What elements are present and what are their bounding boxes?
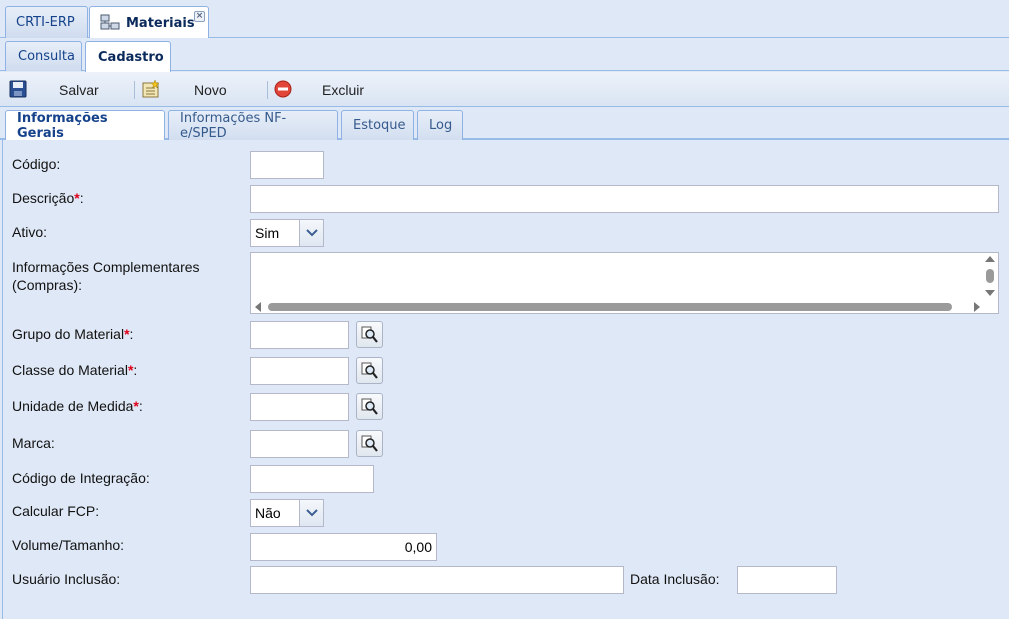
save-button[interactable]: Salvar [6, 72, 116, 107]
scroll-right-icon[interactable] [974, 302, 980, 312]
descricao-label-text: Descrição [12, 190, 75, 206]
colon: : [79, 190, 84, 206]
unidade-medida-label: Unidade de Medida*: [12, 398, 143, 414]
info-complementares-label: Informações Complementares (Compras): [12, 258, 200, 294]
toolbar-separator [267, 81, 268, 99]
magnifier-icon [361, 326, 378, 343]
close-tab-icon[interactable]: × [194, 11, 205, 22]
floppy-disk-icon [9, 80, 27, 98]
sub-tab-bar: Consulta Cadastro [0, 38, 1009, 72]
usuario-inclusao-label: Usuário Inclusão: [12, 571, 121, 587]
magnifier-icon [361, 398, 378, 415]
tab-materiais-label: Materiais [126, 15, 195, 31]
data-inclusao-field[interactable] [737, 566, 837, 594]
info-complementares-value [251, 253, 998, 259]
new-label: Novo [194, 81, 227, 98]
classe-lookup-button[interactable] [356, 357, 383, 384]
data-inclusao-label: Data Inclusão: [630, 571, 720, 587]
colon: : [129, 326, 134, 342]
grupo-material-label: Grupo do Material*: [12, 326, 133, 342]
vertical-scroll-thumb[interactable] [986, 269, 994, 283]
tab-crti-erp[interactable]: CRTI-ERP [5, 6, 88, 38]
ativo-label: Ativo: [12, 224, 48, 240]
marca-lookup-button[interactable] [356, 430, 383, 457]
info-complementares-textarea[interactable] [250, 252, 999, 314]
app-tab-bar: CRTI-ERP Materiais × [0, 0, 1009, 39]
colon: : [138, 398, 143, 414]
scroll-down-icon[interactable] [985, 290, 995, 296]
vertical-scrollbar[interactable] [982, 253, 998, 301]
codigo-label: Código: [12, 156, 61, 172]
marca-field[interactable] [250, 430, 349, 458]
calcular-fcp-select[interactable]: Não [250, 499, 324, 527]
codigo-integracao-label: Código de Integração: [12, 470, 150, 486]
delete-button[interactable]: Excluir [272, 72, 382, 107]
scroll-left-icon[interactable] [255, 302, 261, 312]
scroll-up-icon[interactable] [985, 256, 995, 262]
horizontal-scroll-thumb[interactable] [268, 303, 952, 311]
calcular-fcp-label: Calcular FCP: [12, 503, 100, 519]
descricao-label: Descrição*: [12, 190, 84, 206]
form-panel: Código: Descrição*: Ativo: Sim Informaçõ… [2, 140, 1009, 619]
marca-label: Marca: [12, 435, 55, 451]
tab-log-label: Log [429, 118, 453, 133]
magnifier-icon [361, 435, 378, 452]
colon: : [133, 362, 138, 378]
tab-estoque[interactable]: Estoque [341, 110, 414, 140]
tab-materiais[interactable]: Materiais × [89, 6, 209, 39]
volume-tamanho-label: Volume/Tamanho: [12, 537, 125, 553]
grupo-lookup-button[interactable] [356, 321, 383, 348]
horizontal-scrollbar[interactable] [251, 299, 998, 313]
calcular-fcp-select-value: Não [255, 505, 281, 521]
info-complementares-label-line2: (Compras): [12, 277, 83, 293]
new-document-icon [142, 80, 160, 98]
unidade-lookup-button[interactable] [356, 393, 383, 420]
classe-material-field[interactable] [250, 357, 349, 385]
codigo-integracao-field[interactable] [250, 465, 374, 493]
descricao-field[interactable] [250, 185, 999, 213]
unidade-medida-field[interactable] [250, 393, 349, 421]
tab-estoque-label: Estoque [353, 118, 406, 133]
grid-module-icon [100, 14, 120, 30]
toolbar-separator [134, 81, 135, 99]
classe-material-label-text: Classe do Material [12, 362, 128, 378]
tab-informacoes-nfe-label: Informações NF-e/SPED [180, 110, 287, 141]
tab-informacoes-gerais[interactable]: Informações Gerais [5, 110, 165, 141]
tab-consulta-label: Consulta [18, 49, 75, 64]
magnifier-icon [361, 362, 378, 379]
tab-cadastro-label: Cadastro [98, 49, 164, 65]
tab-crti-erp-label: CRTI-ERP [16, 15, 75, 30]
usuario-inclusao-field[interactable] [250, 566, 624, 594]
delete-label: Excluir [322, 81, 365, 98]
grupo-material-field[interactable] [250, 321, 349, 349]
new-button[interactable]: Novo [138, 72, 253, 107]
volume-tamanho-field[interactable]: 0,00 [250, 533, 437, 561]
classe-material-label: Classe do Material*: [12, 362, 137, 378]
tab-cadastro[interactable]: Cadastro [85, 41, 171, 72]
tab-consulta[interactable]: Consulta [5, 41, 82, 71]
ativo-select[interactable]: Sim [250, 219, 324, 247]
unidade-medida-label-text: Unidade de Medida [12, 398, 134, 414]
chevron-down-icon[interactable] [299, 500, 323, 526]
codigo-field[interactable] [250, 151, 324, 179]
toolbar: Salvar Novo Excluir [0, 72, 1009, 107]
grupo-material-label-text: Grupo do Material [12, 326, 125, 342]
tab-informacoes-gerais-label: Informações Gerais [17, 111, 108, 141]
ativo-select-value: Sim [255, 225, 280, 241]
info-complementares-label-line1: Informações Complementares [12, 259, 200, 275]
delete-circle-icon [274, 80, 292, 98]
form-tab-bar: Informações Gerais Informações NF-e/SPED… [0, 107, 1009, 141]
save-label: Salvar [59, 81, 99, 98]
chevron-down-icon[interactable] [299, 220, 323, 246]
tab-log[interactable]: Log [417, 110, 463, 140]
tab-informacoes-nfe[interactable]: Informações NF-e/SPED [168, 110, 338, 141]
